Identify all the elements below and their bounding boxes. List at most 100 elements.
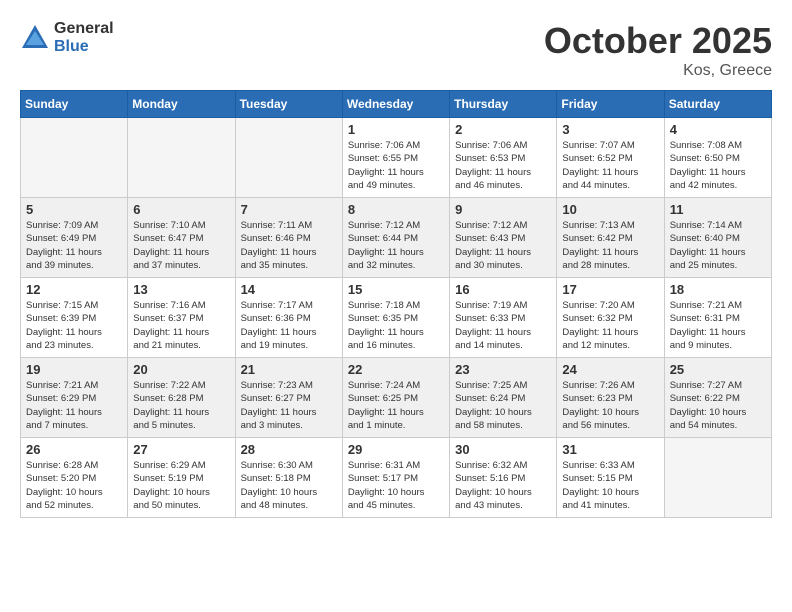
calendar-cell: 21 Sunrise: 7:23 AM Sunset: 6:27 PM Dayli…: [235, 358, 342, 438]
calendar-cell: [235, 118, 342, 198]
day-info: Sunrise: 7:21 AM Sunset: 6:29 PM Dayligh…: [26, 379, 122, 432]
day-info: Sunrise: 7:10 AM Sunset: 6:47 PM Dayligh…: [133, 219, 229, 272]
day-info: Sunrise: 7:25 AM Sunset: 6:24 PM Dayligh…: [455, 379, 551, 432]
calendar-week-2: 5 Sunrise: 7:09 AM Sunset: 6:49 PM Daylig…: [21, 198, 772, 278]
day-number: 20: [133, 362, 229, 377]
day-number: 3: [562, 122, 658, 137]
day-info: Sunrise: 7:16 AM Sunset: 6:37 PM Dayligh…: [133, 299, 229, 352]
day-number: 8: [348, 202, 444, 217]
calendar-cell: [128, 118, 235, 198]
calendar-cell: 7 Sunrise: 7:11 AM Sunset: 6:46 PM Daylig…: [235, 198, 342, 278]
calendar-week-4: 19 Sunrise: 7:21 AM Sunset: 6:29 PM Dayli…: [21, 358, 772, 438]
location: Kos, Greece: [544, 62, 772, 80]
calendar-week-1: 1 Sunrise: 7:06 AM Sunset: 6:55 PM Daylig…: [21, 118, 772, 198]
calendar-cell: 26 Sunrise: 6:28 AM Sunset: 5:20 PM Dayli…: [21, 438, 128, 518]
day-info: Sunrise: 7:20 AM Sunset: 6:32 PM Dayligh…: [562, 299, 658, 352]
day-info: Sunrise: 6:28 AM Sunset: 5:20 PM Dayligh…: [26, 459, 122, 512]
calendar-cell: 5 Sunrise: 7:09 AM Sunset: 6:49 PM Daylig…: [21, 198, 128, 278]
day-info: Sunrise: 6:32 AM Sunset: 5:16 PM Dayligh…: [455, 459, 551, 512]
day-number: 21: [241, 362, 337, 377]
calendar-cell: 27 Sunrise: 6:29 AM Sunset: 5:19 PM Dayli…: [128, 438, 235, 518]
calendar-cell: 9Sunrise: 7:12 AM Sunset: 6:43 PM Daylig…: [450, 198, 557, 278]
day-info: Sunrise: 6:29 AM Sunset: 5:19 PM Dayligh…: [133, 459, 229, 512]
calendar-cell: 1 Sunrise: 7:06 AM Sunset: 6:55 PM Daylig…: [342, 118, 449, 198]
day-info: Sunrise: 7:21 AM Sunset: 6:31 PM Dayligh…: [670, 299, 766, 352]
day-number: 14: [241, 282, 337, 297]
calendar-table: SundayMondayTuesdayWednesdayThursdayFrid…: [20, 90, 772, 518]
logo: General Blue: [20, 20, 114, 55]
day-number: 26: [26, 442, 122, 457]
calendar-cell: 25 Sunrise: 7:27 AM Sunset: 6:22 PM Dayli…: [664, 358, 771, 438]
day-info: Sunrise: 7:07 AM Sunset: 6:52 PM Dayligh…: [562, 139, 658, 192]
day-info: Sunrise: 7:27 AM Sunset: 6:22 PM Dayligh…: [670, 379, 766, 432]
day-info: Sunrise: 7:19 AM Sunset: 6:33 PM Dayligh…: [455, 299, 551, 352]
calendar-header-row: SundayMondayTuesdayWednesdayThursdayFrid…: [21, 91, 772, 118]
header-friday: Friday: [557, 91, 664, 118]
day-info: Sunrise: 7:26 AM Sunset: 6:23 PM Dayligh…: [562, 379, 658, 432]
calendar-cell: 17 Sunrise: 7:20 AM Sunset: 6:32 PM Dayli…: [557, 278, 664, 358]
calendar-cell: 16 Sunrise: 7:19 AM Sunset: 6:33 PM Dayli…: [450, 278, 557, 358]
day-number: 27: [133, 442, 229, 457]
day-number: 6: [133, 202, 229, 217]
day-number: 23: [455, 362, 551, 377]
day-info: Sunrise: 7:08 AM Sunset: 6:50 PM Dayligh…: [670, 139, 766, 192]
day-info: Sunrise: 7:11 AM Sunset: 6:46 PM Dayligh…: [241, 219, 337, 272]
day-number: 19: [26, 362, 122, 377]
calendar-cell: 19 Sunrise: 7:21 AM Sunset: 6:29 PM Dayli…: [21, 358, 128, 438]
day-info: Sunrise: 7:13 AM Sunset: 6:42 PM Dayligh…: [562, 219, 658, 272]
logo-text: General Blue: [54, 20, 114, 55]
logo-icon: [20, 23, 50, 53]
calendar-cell: 24Sunrise: 7:26 AM Sunset: 6:23 PM Dayli…: [557, 358, 664, 438]
calendar-cell: 11Sunrise: 7:14 AM Sunset: 6:40 PM Dayli…: [664, 198, 771, 278]
calendar-cell: 13 Sunrise: 7:16 AM Sunset: 6:37 PM Dayli…: [128, 278, 235, 358]
calendar-cell: 31 Sunrise: 6:33 AM Sunset: 5:15 PM Dayli…: [557, 438, 664, 518]
calendar-cell: [664, 438, 771, 518]
day-number: 7: [241, 202, 337, 217]
day-number: 18: [670, 282, 766, 297]
page-header: General Blue October 2025 Kos, Greece: [20, 20, 772, 80]
day-number: 11: [670, 202, 766, 217]
day-info: Sunrise: 6:33 AM Sunset: 5:15 PM Dayligh…: [562, 459, 658, 512]
day-number: 1: [348, 122, 444, 137]
day-number: 22: [348, 362, 444, 377]
day-number: 17: [562, 282, 658, 297]
day-number: 10: [562, 202, 658, 217]
day-info: Sunrise: 7:06 AM Sunset: 6:55 PM Dayligh…: [348, 139, 444, 192]
day-number: 31: [562, 442, 658, 457]
day-number: 9: [455, 202, 551, 217]
calendar-cell: 18 Sunrise: 7:21 AM Sunset: 6:31 PM Dayli…: [664, 278, 771, 358]
calendar-cell: 20 Sunrise: 7:22 AM Sunset: 6:28 PM Dayli…: [128, 358, 235, 438]
day-number: 13: [133, 282, 229, 297]
calendar-week-3: 12 Sunrise: 7:15 AM Sunset: 6:39 PM Dayli…: [21, 278, 772, 358]
header-sunday: Sunday: [21, 91, 128, 118]
day-info: Sunrise: 7:15 AM Sunset: 6:39 PM Dayligh…: [26, 299, 122, 352]
day-number: 5: [26, 202, 122, 217]
day-number: 12: [26, 282, 122, 297]
calendar-week-5: 26 Sunrise: 6:28 AM Sunset: 5:20 PM Dayli…: [21, 438, 772, 518]
day-number: 4: [670, 122, 766, 137]
calendar-cell: 14Sunrise: 7:17 AM Sunset: 6:36 PM Dayli…: [235, 278, 342, 358]
calendar-cell: 30 Sunrise: 6:32 AM Sunset: 5:16 PM Dayli…: [450, 438, 557, 518]
day-info: Sunrise: 7:23 AM Sunset: 6:27 PM Dayligh…: [241, 379, 337, 432]
header-thursday: Thursday: [450, 91, 557, 118]
day-info: Sunrise: 7:22 AM Sunset: 6:28 PM Dayligh…: [133, 379, 229, 432]
header-tuesday: Tuesday: [235, 91, 342, 118]
day-number: 16: [455, 282, 551, 297]
calendar-cell: 2Sunrise: 7:06 AM Sunset: 6:53 PM Daylig…: [450, 118, 557, 198]
header-monday: Monday: [128, 91, 235, 118]
day-number: 28: [241, 442, 337, 457]
calendar-cell: 22 Sunrise: 7:24 AM Sunset: 6:25 PM Dayli…: [342, 358, 449, 438]
day-number: 30: [455, 442, 551, 457]
day-number: 25: [670, 362, 766, 377]
month-title: October 2025: [544, 20, 772, 62]
calendar-cell: 29Sunrise: 6:31 AM Sunset: 5:17 PM Dayli…: [342, 438, 449, 518]
day-info: Sunrise: 6:31 AM Sunset: 5:17 PM Dayligh…: [348, 459, 444, 512]
day-info: Sunrise: 7:24 AM Sunset: 6:25 PM Dayligh…: [348, 379, 444, 432]
day-info: Sunrise: 7:09 AM Sunset: 6:49 PM Dayligh…: [26, 219, 122, 272]
day-number: 2: [455, 122, 551, 137]
day-info: Sunrise: 7:12 AM Sunset: 6:44 PM Dayligh…: [348, 219, 444, 272]
calendar-cell: [21, 118, 128, 198]
calendar-cell: 4 Sunrise: 7:08 AM Sunset: 6:50 PM Daylig…: [664, 118, 771, 198]
calendar-cell: 10 Sunrise: 7:13 AM Sunset: 6:42 PM Dayli…: [557, 198, 664, 278]
day-info: Sunrise: 6:30 AM Sunset: 5:18 PM Dayligh…: [241, 459, 337, 512]
